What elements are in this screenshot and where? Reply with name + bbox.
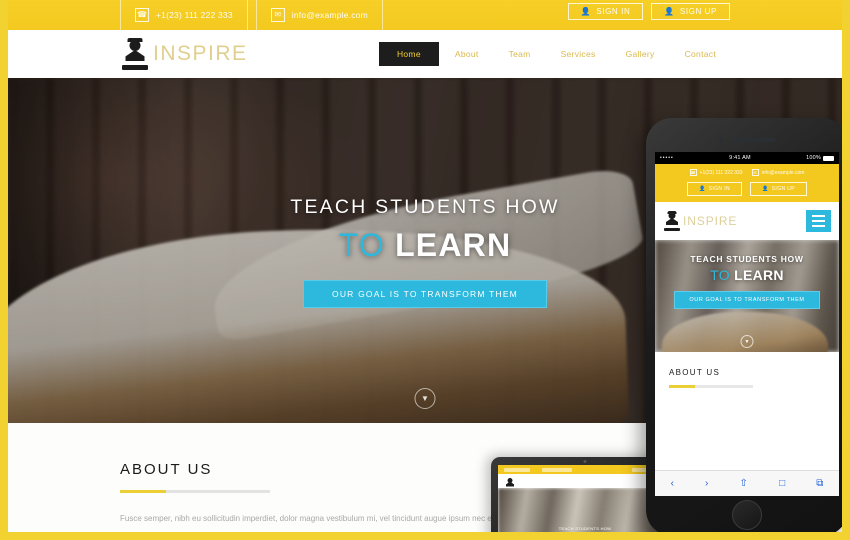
phone-hero-accent: TO: [710, 267, 730, 283]
sign-in-label: SIGN IN: [596, 7, 631, 16]
battery-percent: 100%: [806, 155, 821, 161]
phone-scroll-down-button[interactable]: ▼: [740, 335, 754, 348]
phone-icon: ☎: [689, 169, 697, 176]
forward-icon[interactable]: ›: [705, 478, 708, 489]
auth-group: 👤 SIGN IN 👤 SIGN UP: [567, 3, 730, 20]
nav-item-about[interactable]: About: [441, 43, 493, 65]
sign-up-label: SIGN UP: [679, 7, 717, 16]
envelope-icon: ✉: [270, 8, 285, 22]
phone-contact-email[interactable]: ✉ info@example.com: [751, 169, 805, 176]
home-button[interactable]: [732, 500, 762, 530]
phone-sign-up-button[interactable]: 👤 SIGN UP: [750, 182, 808, 196]
tablet-hero-text: TEACH STUDENTS HOW TO LEARN: [498, 526, 672, 532]
chevron-down-icon: ▼: [421, 394, 429, 403]
bookmarks-icon[interactable]: □: [779, 478, 785, 489]
phone-sign-in-label: SIGN IN: [708, 186, 731, 192]
hero-cta-button[interactable]: OUR GOAL IS TO TRANSFORM THEM: [303, 280, 547, 308]
email-address: info@example.com: [291, 10, 368, 20]
page-frame: ☎ +1(23) 111 222 333 ✉ info@example.com …: [8, 0, 842, 532]
top-contact-bar: ☎ +1(23) 111 222 333 ✉ info@example.com …: [8, 0, 842, 30]
phone-contact-phone-text: +1(23) 111 222 333: [699, 169, 743, 176]
share-icon[interactable]: ⇧: [740, 478, 748, 489]
nav-item-home[interactable]: Home: [378, 42, 439, 66]
hero-headline-line1: TEACH STUDENTS HOW: [290, 196, 560, 218]
tablet-hero-learn: LEARN: [578, 531, 606, 532]
logo-text: INSPIRE: [153, 42, 248, 65]
back-icon[interactable]: ‹: [671, 478, 674, 489]
graduate-reading-icon: [663, 211, 681, 231]
phone-about-heading: ABOUT US: [669, 368, 721, 377]
tablet-camera-icon: [583, 460, 587, 463]
phone-logo-bar: INSPIRE: [655, 202, 839, 240]
signal-icon: •••••: [660, 155, 674, 161]
phone-number: +1(23) 111 222 333: [156, 10, 233, 20]
phone-hero: TEACH STUDENTS HOW TO LEARN OUR GOAL IS …: [655, 240, 839, 352]
tablet-topbar-chip: [542, 467, 572, 472]
scroll-down-button[interactable]: ▼: [414, 388, 436, 409]
phone-browser-toolbar: ‹ › ⇧ □ ⧉: [655, 470, 839, 496]
chevron-down-icon: ▼: [744, 338, 750, 345]
user-icon: 👤: [580, 6, 592, 16]
phone-hero-line1: TEACH STUDENTS HOW: [690, 254, 804, 264]
phone-contact[interactable]: ☎ +1(23) 111 222 333: [120, 0, 248, 30]
tabs-icon[interactable]: ⧉: [816, 478, 823, 489]
hero-headline-accent: TO: [338, 227, 385, 263]
about-divider: [120, 490, 270, 493]
phone-logo-text: INSPIRE: [683, 214, 738, 228]
phone-contact-phone[interactable]: ☎ +1(23) 111 222 333: [689, 169, 743, 176]
graduate-reading-icon: [120, 38, 150, 70]
hero-headline-rest: LEARN: [395, 227, 512, 263]
phone-icon: ☎: [135, 8, 149, 22]
site-header: INSPIRE Home About Team Services Gallery…: [8, 30, 842, 78]
phone-speaker-group: [718, 137, 776, 142]
user-icon: 👤: [698, 186, 706, 192]
phone-about-divider: [669, 385, 753, 388]
envelope-icon: ✉: [751, 169, 759, 176]
screenshot-root: ☎ +1(23) 111 222 333 ✉ info@example.com …: [0, 0, 850, 540]
phone-hero-line2: TO LEARN: [710, 267, 784, 283]
user-icon: 👤: [762, 186, 769, 192]
front-camera-icon: [718, 137, 724, 142]
phone-hero-cta-button[interactable]: OUR GOAL IS TO TRANSFORM THEM: [674, 291, 820, 309]
phone-contact-bar: ☎ +1(23) 111 222 333 ✉ info@example.com …: [655, 164, 839, 202]
nav-item-services[interactable]: Services: [547, 43, 610, 65]
phone-mockup: ••••• 9:41 AM 100% ☎ +1(23) 111 222 333: [646, 118, 842, 532]
phone-screen: ••••• 9:41 AM 100% ☎ +1(23) 111 222 333: [655, 152, 839, 496]
tablet-topbar-chip: [504, 467, 530, 472]
phone-site-logo[interactable]: INSPIRE: [663, 211, 737, 231]
hamburger-menu-icon[interactable]: [806, 210, 831, 232]
phone-auth-group: 👤 SIGN IN 👤 SIGN UP: [660, 182, 834, 196]
phone-contact-group: ☎ +1(23) 111 222 333 ✉ info@example.com: [660, 169, 834, 176]
main-navigation: Home About Team Services Gallery Contact: [378, 42, 730, 66]
hero-headline-line2: TO LEARN: [339, 227, 512, 264]
battery-group: 100%: [806, 155, 834, 161]
tablet-hero-line2: TO LEARN: [498, 531, 672, 532]
user-icon: 👤: [664, 6, 675, 16]
phone-hero-rest: LEARN: [734, 267, 784, 283]
status-time: 9:41 AM: [729, 155, 751, 161]
sign-up-button[interactable]: 👤 SIGN UP: [651, 3, 730, 20]
nav-item-gallery[interactable]: Gallery: [612, 43, 669, 65]
sign-in-button[interactable]: 👤 SIGN IN: [567, 3, 644, 20]
nav-item-team[interactable]: Team: [495, 43, 545, 65]
tablet-logo-icon: [506, 477, 514, 487]
battery-icon: [822, 155, 834, 161]
nav-item-contact[interactable]: Contact: [671, 43, 730, 65]
phone-sign-in-button[interactable]: 👤 SIGN IN: [686, 182, 743, 196]
phone-contact-email-text: info@example.com: [761, 169, 805, 176]
email-contact[interactable]: ✉ info@example.com: [255, 0, 383, 30]
earpiece-icon: [733, 137, 776, 142]
about-body-text: Fusce semper, nibh eu sollicitudin imper…: [120, 514, 503, 532]
site-logo[interactable]: INSPIRE: [120, 38, 248, 70]
phone-status-bar: ••••• 9:41 AM 100%: [655, 152, 839, 164]
tablet-hero-to: TO: [565, 531, 578, 532]
phone-about-section: ABOUT US: [655, 352, 839, 404]
phone-sign-up-label: SIGN UP: [771, 186, 796, 192]
contact-group: ☎ +1(23) 111 222 333 ✉ info@example.com: [120, 0, 383, 30]
